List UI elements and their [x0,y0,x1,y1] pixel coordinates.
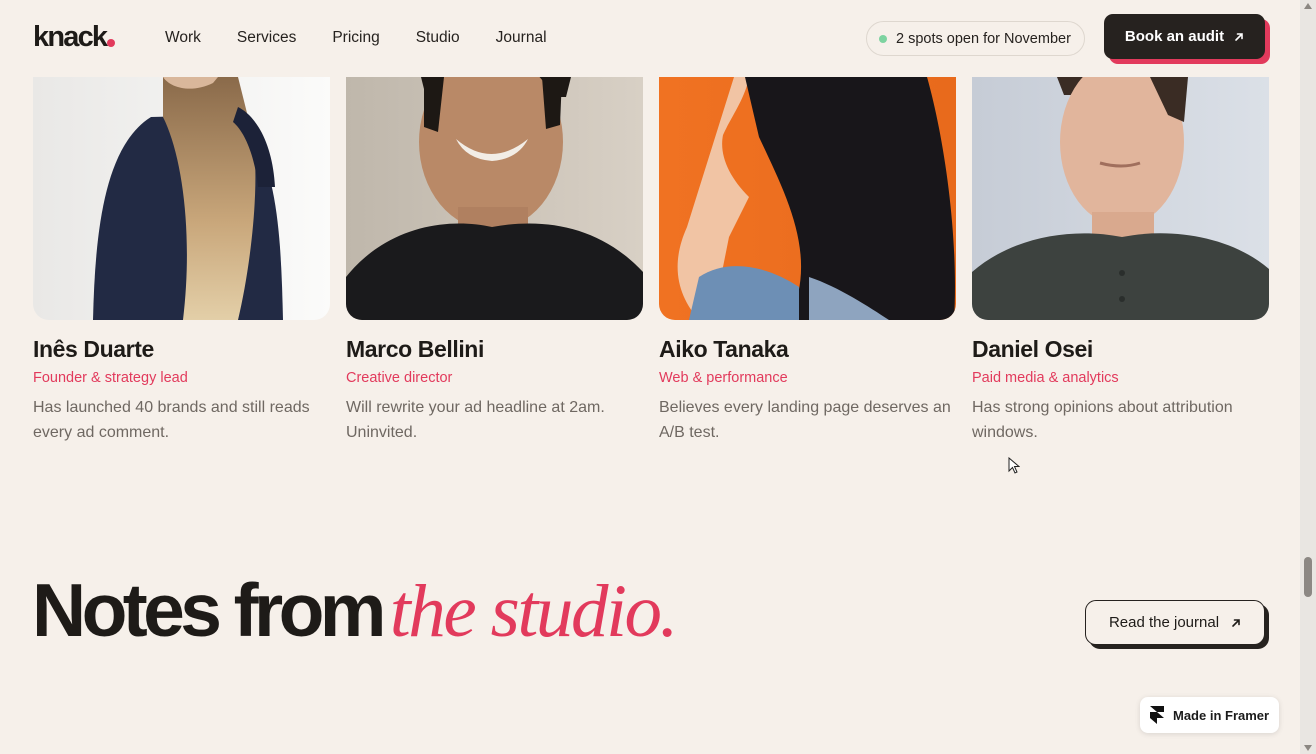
team-card: Daniel Osei Paid media & analytics Has s… [972,77,1269,445]
read-journal-button[interactable]: Read the journal [1085,600,1265,645]
made-in-framer-label: Made in Framer [1173,707,1270,723]
member-bio: Believes every landing page deserves an … [659,399,951,441]
portrait-photo [346,77,643,320]
team-card: Marco Bellini Creative director Will rew… [346,77,643,445]
read-journal-label: Read the journal [1108,614,1220,631]
main-nav: Work Services Pricing Studio Journal [165,29,547,47]
status-dot-icon [879,34,887,43]
made-in-framer-badge[interactable]: Made in Framer [1140,697,1279,733]
nav-studio[interactable]: Studio [416,29,460,47]
member-bio: Will rewrite your ad headline at 2am. Un… [346,399,605,441]
nav-pricing[interactable]: Pricing [332,29,379,47]
team-card: Aiko Tanaka Web & performance Believes e… [659,77,956,445]
member-role: Creative director [346,370,453,386]
member-bio: Has launched 40 brands and still reads e… [33,399,310,441]
scroll-thumb[interactable] [1304,557,1312,597]
book-audit-wrap: Book an audit [1104,14,1270,64]
book-audit-button[interactable]: Book an audit [1104,14,1265,59]
availability-badge: 2 spots open for November [866,21,1085,56]
scroll-up-icon[interactable] [1303,2,1313,12]
vertical-scrollbar[interactable] [1300,0,1316,754]
nav-journal[interactable]: Journal [496,29,547,47]
site-header: knack Work Services Pricing Studio Journ… [0,0,1300,77]
member-role: Founder & strategy lead [33,370,188,386]
section-title: Notes from the studio. [32,562,678,660]
member-name: Aiko Tanaka [659,336,789,362]
arrow-up-right-icon [1235,32,1243,41]
member-name: Inês Duarte [33,336,154,362]
portrait-photo [33,77,330,320]
member-bio: Has strong opinions about attribution wi… [972,399,1233,441]
portrait-photo [972,77,1269,320]
member-name: Daniel Osei [972,336,1093,362]
logo-dot [107,39,116,47]
mouse-cursor-icon [1008,457,1020,474]
member-name: Marco Bellini [346,336,484,362]
team-card: Inês Duarte Founder & strategy lead Has … [33,77,330,445]
nav-services[interactable]: Services [237,29,296,47]
framer-logo-icon [1150,706,1164,724]
availability-text: 2 spots open for November [896,30,1071,47]
logo-text: knack [33,21,108,53]
member-role: Web & performance [659,370,788,386]
book-audit-label: Book an audit [1124,28,1225,45]
member-role: Paid media & analytics [972,370,1119,386]
arrow-up-right-icon [1232,618,1240,627]
portrait-photo [659,77,956,320]
logo[interactable]: knack [33,21,116,53]
section-title-plain: Notes from [32,568,386,652]
page: knack Work Services Pricing Studio Journ… [0,0,1300,754]
read-journal-wrap: Read the journal [1085,600,1269,649]
nav-work[interactable]: Work [165,29,201,47]
scroll-down-icon[interactable] [1303,742,1313,752]
section-title-accent: the studio. [389,570,678,653]
